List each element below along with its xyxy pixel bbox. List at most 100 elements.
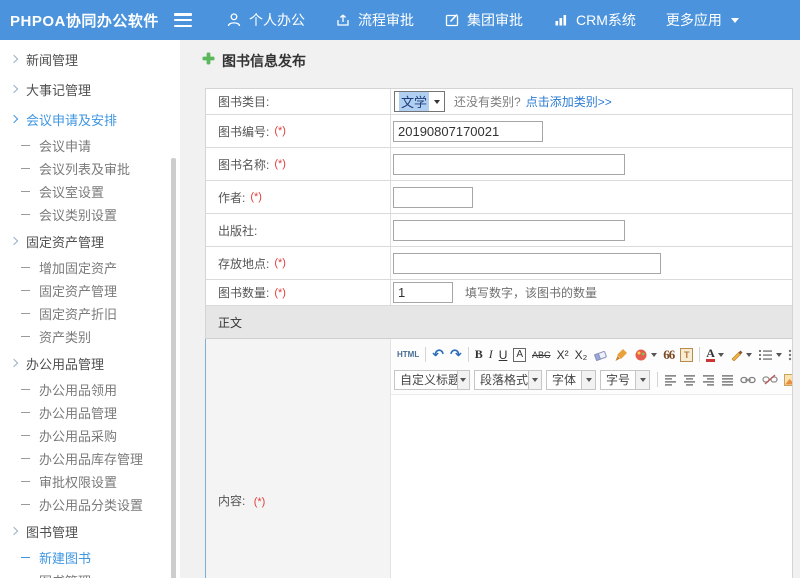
underline-button[interactable]: U [496, 345, 511, 365]
superscript-button[interactable]: X² [554, 345, 572, 365]
blockquote-button[interactable]: 66 [660, 345, 677, 365]
nav-personal-office[interactable]: 个人办公 [226, 10, 305, 30]
nav-crm-system[interactable]: CRM系统 [553, 10, 636, 30]
author-input[interactable] [393, 187, 473, 208]
editor-toolbar: HTML ↶ ↷ B I U A ABC X² X₂ [391, 339, 792, 395]
caret-down-icon [581, 371, 595, 389]
sidebar-item-supplies-purchase[interactable]: 办公用品采购 [0, 424, 180, 447]
publisher-label: 出版社: [218, 222, 257, 239]
book-no-label: 图书编号: [218, 123, 269, 140]
strikethrough-button[interactable]: ABC [529, 345, 554, 365]
category-hint: 还没有类别? [454, 93, 521, 110]
quantity-input[interactable] [393, 282, 453, 303]
group-approval-icon [444, 12, 460, 28]
sidebar-item-asset-add[interactable]: 增加固定资产 [0, 256, 180, 279]
form-row-book-no: 图书编号: (*) [205, 115, 792, 148]
align-center-button[interactable] [680, 370, 699, 390]
paste-as-text-button[interactable]: T [677, 345, 696, 365]
sidebar-item-meeting-category[interactable]: 会议类别设置 [0, 203, 180, 226]
form-row-author: 作者: (*) [205, 181, 792, 214]
sidebar-item-meeting-room[interactable]: 会议室设置 [0, 180, 180, 203]
caret-down-icon [731, 18, 739, 23]
book-no-input[interactable] [393, 121, 543, 142]
location-label: 存放地点: [218, 255, 269, 272]
nav-workflow-approval[interactable]: 流程审批 [335, 10, 414, 30]
remove-format-button[interactable] [590, 345, 611, 365]
editor-content-area[interactable] [391, 395, 792, 578]
sidebar-item-news-mgmt[interactable]: 新闻管理 [0, 44, 180, 74]
editor-toolbar-row2: 自定义标题 段落格式 字体 字号 [394, 368, 789, 391]
sidebar-scrollbar[interactable] [171, 158, 176, 578]
required-mark: (*) [274, 125, 286, 137]
dash-icon [21, 214, 30, 215]
sidebar-item-supplies-mgmt[interactable]: 办公用品管理 [0, 348, 180, 378]
sidebar-item-meeting-list[interactable]: 会议列表及审批 [0, 157, 180, 180]
category-select[interactable]: 文学 [394, 91, 445, 112]
sidebar-item-book-manage[interactable]: 图书管理 [0, 569, 180, 578]
sidebar-item-supplies-category[interactable]: 办公用品分类设置 [0, 493, 180, 516]
paragraph-format-select[interactable]: 段落格式 [474, 370, 542, 390]
workflow-approval-icon [335, 12, 351, 28]
undo-button[interactable]: ↶ [429, 345, 447, 365]
font-family-select[interactable]: 字体 [546, 370, 596, 390]
font-color-button[interactable]: A [703, 345, 727, 365]
sidebar-menu: 新闻管理 大事记管理 会议申请及安排 会议申请 会议列表及审批 会议室设置 会议… [0, 40, 180, 578]
heading-select[interactable]: 自定义标题 [394, 370, 470, 390]
font-style-button[interactable]: A [510, 345, 529, 365]
align-right-button[interactable] [699, 370, 718, 390]
color-palette-button[interactable] [631, 345, 660, 365]
sidebar-item-asset-depreciation[interactable]: 固定资产折旧 [0, 302, 180, 325]
subscript-button[interactable]: X₂ [572, 345, 591, 365]
required-mark: (*) [250, 191, 262, 203]
sidebar-item-supplies-claim[interactable]: 办公用品领用 [0, 378, 180, 401]
insert-image-button[interactable] [781, 370, 792, 390]
sidebar-item-meeting-apply[interactable]: 会议申请 [0, 134, 180, 157]
sidebar-item-meeting-mgmt[interactable]: 会议申请及安排 [0, 104, 180, 134]
sidebar-item-approval-permission[interactable]: 审批权限设置 [0, 470, 180, 493]
justify-button[interactable] [718, 370, 737, 390]
caret-down-icon [434, 100, 440, 104]
caret-down-icon [528, 371, 541, 389]
author-label: 作者: [218, 189, 245, 206]
location-input[interactable] [393, 253, 661, 274]
align-right-icon [702, 374, 715, 386]
dash-icon [21, 412, 30, 413]
bold-button[interactable]: B [472, 345, 486, 365]
italic-button[interactable]: I [486, 345, 496, 365]
source-code-button[interactable]: HTML [394, 345, 422, 365]
remove-link-button[interactable] [759, 370, 781, 390]
add-category-link[interactable]: 点击添加类别>> [526, 93, 612, 110]
content-label: 内容: [218, 494, 245, 508]
highlight-color-button[interactable] [727, 345, 755, 365]
sidebar-item-supplies-inventory[interactable]: 办公用品库存管理 [0, 447, 180, 470]
sidebar-item-events-mgmt[interactable]: 大事记管理 [0, 74, 180, 104]
caret-down-icon [635, 371, 649, 389]
sidebar-item-asset-manage[interactable]: 固定资产管理 [0, 279, 180, 302]
sidebar-item-asset-category[interactable]: 资产类别 [0, 325, 180, 348]
book-name-input[interactable] [393, 154, 625, 175]
form-row-content: 内容: (*) HTML ↶ ↷ B I U A ABC [205, 339, 792, 578]
chevron-right-icon [10, 237, 18, 245]
redo-button[interactable]: ↷ [447, 345, 465, 365]
form-row-book-name: 图书名称:(*) [205, 148, 792, 181]
top-nav: 个人办公 流程审批 集团审批 CRM系统 更多应用 [226, 10, 739, 30]
dash-icon [21, 504, 30, 505]
sidebar-item-asset-mgmt[interactable]: 固定资产管理 [0, 226, 180, 256]
caret-down-icon [746, 353, 752, 357]
nav-more-apps[interactable]: 更多应用 [666, 10, 739, 30]
form-row-publisher: 出版社: [205, 214, 792, 247]
font-size-select[interactable]: 字号 [600, 370, 650, 390]
publisher-input[interactable] [393, 220, 625, 241]
insert-link-button[interactable] [737, 370, 759, 390]
sidebar-item-book-new[interactable]: 新建图书 [0, 546, 180, 569]
dash-icon [21, 191, 30, 192]
chevron-right-icon [10, 359, 18, 367]
sidebar-item-supplies-manage[interactable]: 办公用品管理 [0, 401, 180, 424]
unordered-list-button[interactable] [785, 345, 792, 365]
align-left-button[interactable] [661, 370, 680, 390]
nav-group-approval[interactable]: 集团审批 [444, 10, 523, 30]
ordered-list-button[interactable] [755, 345, 785, 365]
menu-toggle-icon[interactable] [174, 13, 192, 27]
sidebar-item-book-mgmt[interactable]: 图书管理 [0, 516, 180, 546]
format-painter-button[interactable] [611, 345, 631, 365]
